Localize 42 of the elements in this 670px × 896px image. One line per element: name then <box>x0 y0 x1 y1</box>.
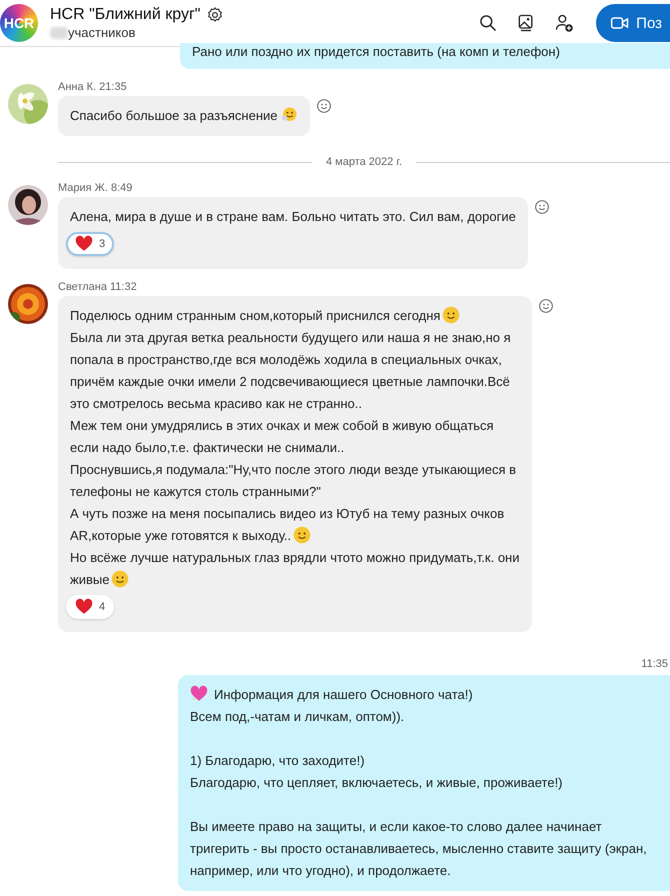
message-text: телефоны не кажутся столь странными?" <box>70 484 321 499</box>
message-text: Была ли эта другая ветка реальности будущего или наша я не знаю,но я <box>70 330 511 345</box>
message-text: например, или что угодно), и продолжаете. <box>190 863 451 878</box>
sender-name: Анна К. 21:35 <box>58 81 128 93</box>
message-text: 1) Благодарю, что заходите!) <box>190 753 365 768</box>
message-text: попала в пространство,где вся молодёжь ходила в специальных очках, <box>70 352 502 367</box>
message-text: Информация для нашего Основного чата!) <box>214 687 473 702</box>
heart-icon <box>75 235 93 253</box>
add-reaction-icon[interactable] <box>316 98 332 114</box>
message-text: Поделюсь одним странным сном,который приснился сегодня <box>70 308 440 323</box>
message-text: если надо было,т.е. фактически не снимали.. <box>70 440 344 455</box>
message-text: AR,которые уже готовятся к выходу.. <box>70 528 292 543</box>
settings-icon[interactable] <box>206 6 224 24</box>
message-text: Рано или поздно их придется поставить (на комп и телефон) <box>192 44 560 59</box>
message-text: живые <box>70 572 110 587</box>
message-text: Вы имеете право на защиты, и если какое-то слово далее начинает <box>190 819 602 834</box>
sender-name: Светлана 11:32 <box>58 281 138 293</box>
chat-title: HCR "Ближний круг" <box>50 6 200 24</box>
add-reaction-icon[interactable] <box>534 199 550 215</box>
message-time: 11:35 <box>641 658 668 670</box>
message-text: Алена, мира в душе и в стране вам. Больно читать это. Сил вам, дорогие <box>70 209 516 224</box>
message-text: причём каждые очки имели 2 подсвечивающиеся цветные лампочки.Всё <box>70 374 510 389</box>
reaction-chip[interactable]: 3 <box>66 232 114 256</box>
member-count: участников <box>68 25 136 40</box>
reaction-chip[interactable]: 4 <box>66 595 114 619</box>
add-person-icon[interactable] <box>554 13 574 33</box>
blurred-count <box>50 26 68 38</box>
search-icon[interactable] <box>478 13 498 33</box>
message-text: Всем под,-чатам и личкам, оптом)). <box>190 709 404 724</box>
message-text: Проснувшись,я подумала:"Ну,что после этого люди везде утыкающиеся в <box>70 462 516 477</box>
sender-name: Мария Ж. 8:49 <box>58 182 134 194</box>
video-call-button[interactable]: Поз <box>596 4 670 42</box>
message-text: это смотрелось весьма красиво как не странно.. <box>70 396 362 411</box>
message-text: Спасибо большое за разъяснение <box>70 108 278 123</box>
message-text: Меж тем они умудрялись в этих очках и меж собой в живую общаться <box>70 418 494 433</box>
message-text: тригерить - вы просто останавливаетесь, мысленно ставите защиту (экран, <box>190 841 647 856</box>
heart-icon <box>75 598 93 616</box>
message-text: Благодарю, что цепляет, включаетесь, и живые, проживаете!) <box>190 775 563 790</box>
date-separator: 4 марта 2022 г. <box>326 156 402 168</box>
message-text: Но всёже лучше натуральных глаз врядли чтото можно придумать,т.к. они <box>70 550 520 565</box>
message-text: А чуть позже на меня посыпались видео из Ютуб на тему разных очков <box>70 506 504 521</box>
add-reaction-icon[interactable] <box>538 298 554 314</box>
